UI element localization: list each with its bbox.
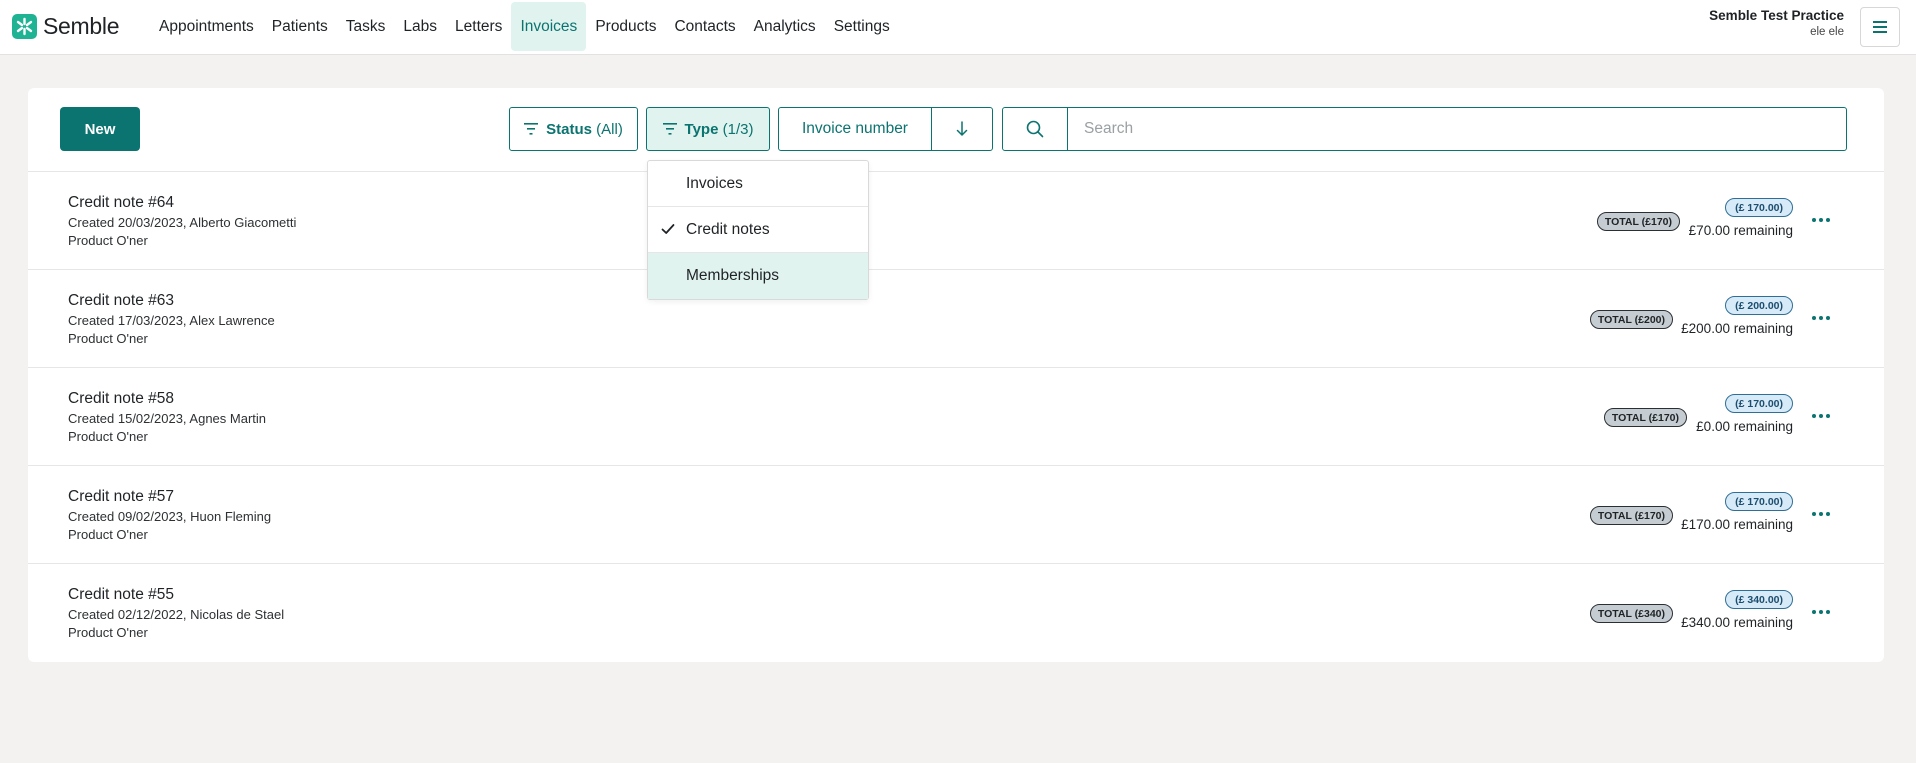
total-badge: TOTAL (£340) — [1589, 604, 1673, 623]
status-filter-label: Status — [546, 120, 592, 138]
nav-patients[interactable]: Patients — [263, 2, 337, 51]
nav-appointments[interactable]: Appointments — [150, 2, 263, 51]
row-title: Credit note #58 — [68, 390, 174, 407]
nav-letters[interactable]: Letters — [446, 2, 511, 51]
search-button[interactable] — [1003, 108, 1068, 150]
row-product: Product O'ner — [68, 233, 148, 248]
semble-logo[interactable]: Semble — [12, 13, 119, 40]
practice-name: Semble Test Practice — [1709, 8, 1844, 23]
more-icon — [1812, 512, 1816, 516]
row-product: Product O'ner — [68, 429, 148, 444]
row-product: Product O'ner — [68, 331, 148, 346]
current-user: ele ele — [1810, 26, 1844, 38]
semble-logo-icon — [12, 14, 37, 39]
filter-icon — [662, 123, 677, 135]
credit-note-row[interactable]: Credit note #55 Created 02/12/2022, Nico… — [28, 564, 1884, 662]
more-options-button[interactable] — [1810, 307, 1832, 329]
invoices-card: New Status (All) Type (1/3) Invoice numb… — [28, 88, 1884, 662]
nav-tasks[interactable]: Tasks — [337, 2, 395, 51]
invoices-toolbar: New Status (All) Type (1/3) Invoice numb… — [28, 88, 1884, 172]
amount-badge: (£ 200.00) — [1725, 296, 1793, 315]
nav-analytics[interactable]: Analytics — [745, 2, 825, 51]
checkmark-icon — [661, 224, 675, 234]
more-options-button[interactable] — [1810, 503, 1832, 525]
row-title: Credit note #63 — [68, 292, 174, 309]
nav-contacts[interactable]: Contacts — [665, 2, 744, 51]
more-icon — [1812, 218, 1816, 222]
credit-note-row[interactable]: Credit note #64 Created 20/03/2023, Albe… — [28, 172, 1884, 270]
nav-invoices[interactable]: Invoices — [511, 2, 587, 51]
amount-badge: (£ 170.00) — [1725, 492, 1793, 511]
more-icon — [1812, 316, 1816, 320]
sort-field-select[interactable]: Invoice number — [779, 108, 932, 150]
remaining-amount: £70.00 remaining — [1688, 223, 1793, 238]
search-input[interactable] — [1068, 108, 1846, 150]
sort-control: Invoice number — [778, 107, 993, 151]
row-created: Created 15/02/2023, Agnes Martin — [68, 411, 267, 426]
row-created: Created 17/03/2023, Alex Lawrence — [68, 313, 275, 328]
more-options-button[interactable] — [1810, 209, 1832, 231]
practice-info[interactable]: Semble Test Practice ele ele — [1709, 8, 1844, 38]
row-created: Created 02/12/2022, Nicolas de Stael — [68, 607, 285, 622]
row-title: Credit note #55 — [68, 586, 174, 603]
status-filter-button[interactable]: Status (All) — [509, 107, 638, 151]
type-filter-value: (1/3) — [722, 120, 754, 138]
main-nav: Appointments Patients Tasks Labs Letters… — [150, 2, 899, 51]
remaining-amount: £170.00 remaining — [1681, 517, 1793, 532]
sort-direction-button[interactable] — [932, 108, 992, 150]
remaining-amount: £0.00 remaining — [1696, 419, 1793, 434]
remaining-amount: £340.00 remaining — [1681, 615, 1793, 630]
filter-icon — [524, 123, 539, 135]
more-icon — [1812, 414, 1816, 418]
top-navigation-bar: Semble Appointments Patients Tasks Labs … — [0, 0, 1916, 55]
search-bar — [1002, 107, 1847, 151]
row-created: Created 20/03/2023, Alberto Giacometti — [68, 215, 297, 230]
more-options-button[interactable] — [1810, 601, 1832, 623]
option-label: Invoices — [686, 174, 743, 192]
total-badge: TOTAL (£200) — [1589, 310, 1673, 329]
type-filter-label: Type — [684, 120, 719, 138]
hamburger-menu-button[interactable] — [1860, 7, 1900, 47]
brand-name: Semble — [43, 13, 120, 39]
nav-labs[interactable]: Labs — [394, 2, 446, 51]
type-option-credit-notes[interactable]: Credit notes — [648, 207, 868, 253]
type-filter-button[interactable]: Type (1/3) — [646, 107, 770, 151]
credit-note-row[interactable]: Credit note #63 Created 17/03/2023, Alex… — [28, 270, 1884, 368]
row-product: Product O'ner — [68, 625, 148, 640]
nav-settings[interactable]: Settings — [825, 2, 899, 51]
row-title: Credit note #57 — [68, 488, 174, 505]
arrow-down-icon — [956, 121, 968, 136]
row-created: Created 09/02/2023, Huon Fleming — [68, 509, 272, 524]
total-badge: TOTAL (£170) — [1589, 506, 1673, 525]
amount-badge: (£ 170.00) — [1725, 394, 1793, 413]
nav-products[interactable]: Products — [586, 2, 665, 51]
more-options-button[interactable] — [1810, 405, 1832, 427]
hamburger-icon — [1873, 21, 1887, 33]
remaining-amount: £200.00 remaining — [1681, 321, 1793, 336]
search-icon — [1026, 120, 1044, 138]
option-label: Memberships — [686, 267, 780, 284]
status-filter-value: (All) — [596, 120, 623, 138]
credit-note-row[interactable]: Credit note #57 Created 09/02/2023, Huon… — [28, 466, 1884, 564]
type-option-invoices[interactable]: Invoices — [648, 161, 868, 207]
total-badge: TOTAL (£170) — [1603, 408, 1687, 427]
amount-badge: (£ 170.00) — [1725, 198, 1793, 217]
row-product: Product O'ner — [68, 527, 148, 542]
row-title: Credit note #64 — [68, 194, 174, 211]
total-badge: TOTAL (£170) — [1596, 212, 1680, 231]
credit-note-row[interactable]: Credit note #58 Created 15/02/2023, Agne… — [28, 368, 1884, 466]
more-icon — [1812, 610, 1816, 614]
type-option-memberships[interactable]: Memberships — [648, 253, 868, 299]
option-label: Credit notes — [686, 220, 770, 238]
amount-badge: (£ 340.00) — [1725, 590, 1793, 609]
new-button[interactable]: New — [60, 107, 140, 151]
type-filter-dropdown: Invoices Credit notes Memberships — [647, 160, 869, 300]
